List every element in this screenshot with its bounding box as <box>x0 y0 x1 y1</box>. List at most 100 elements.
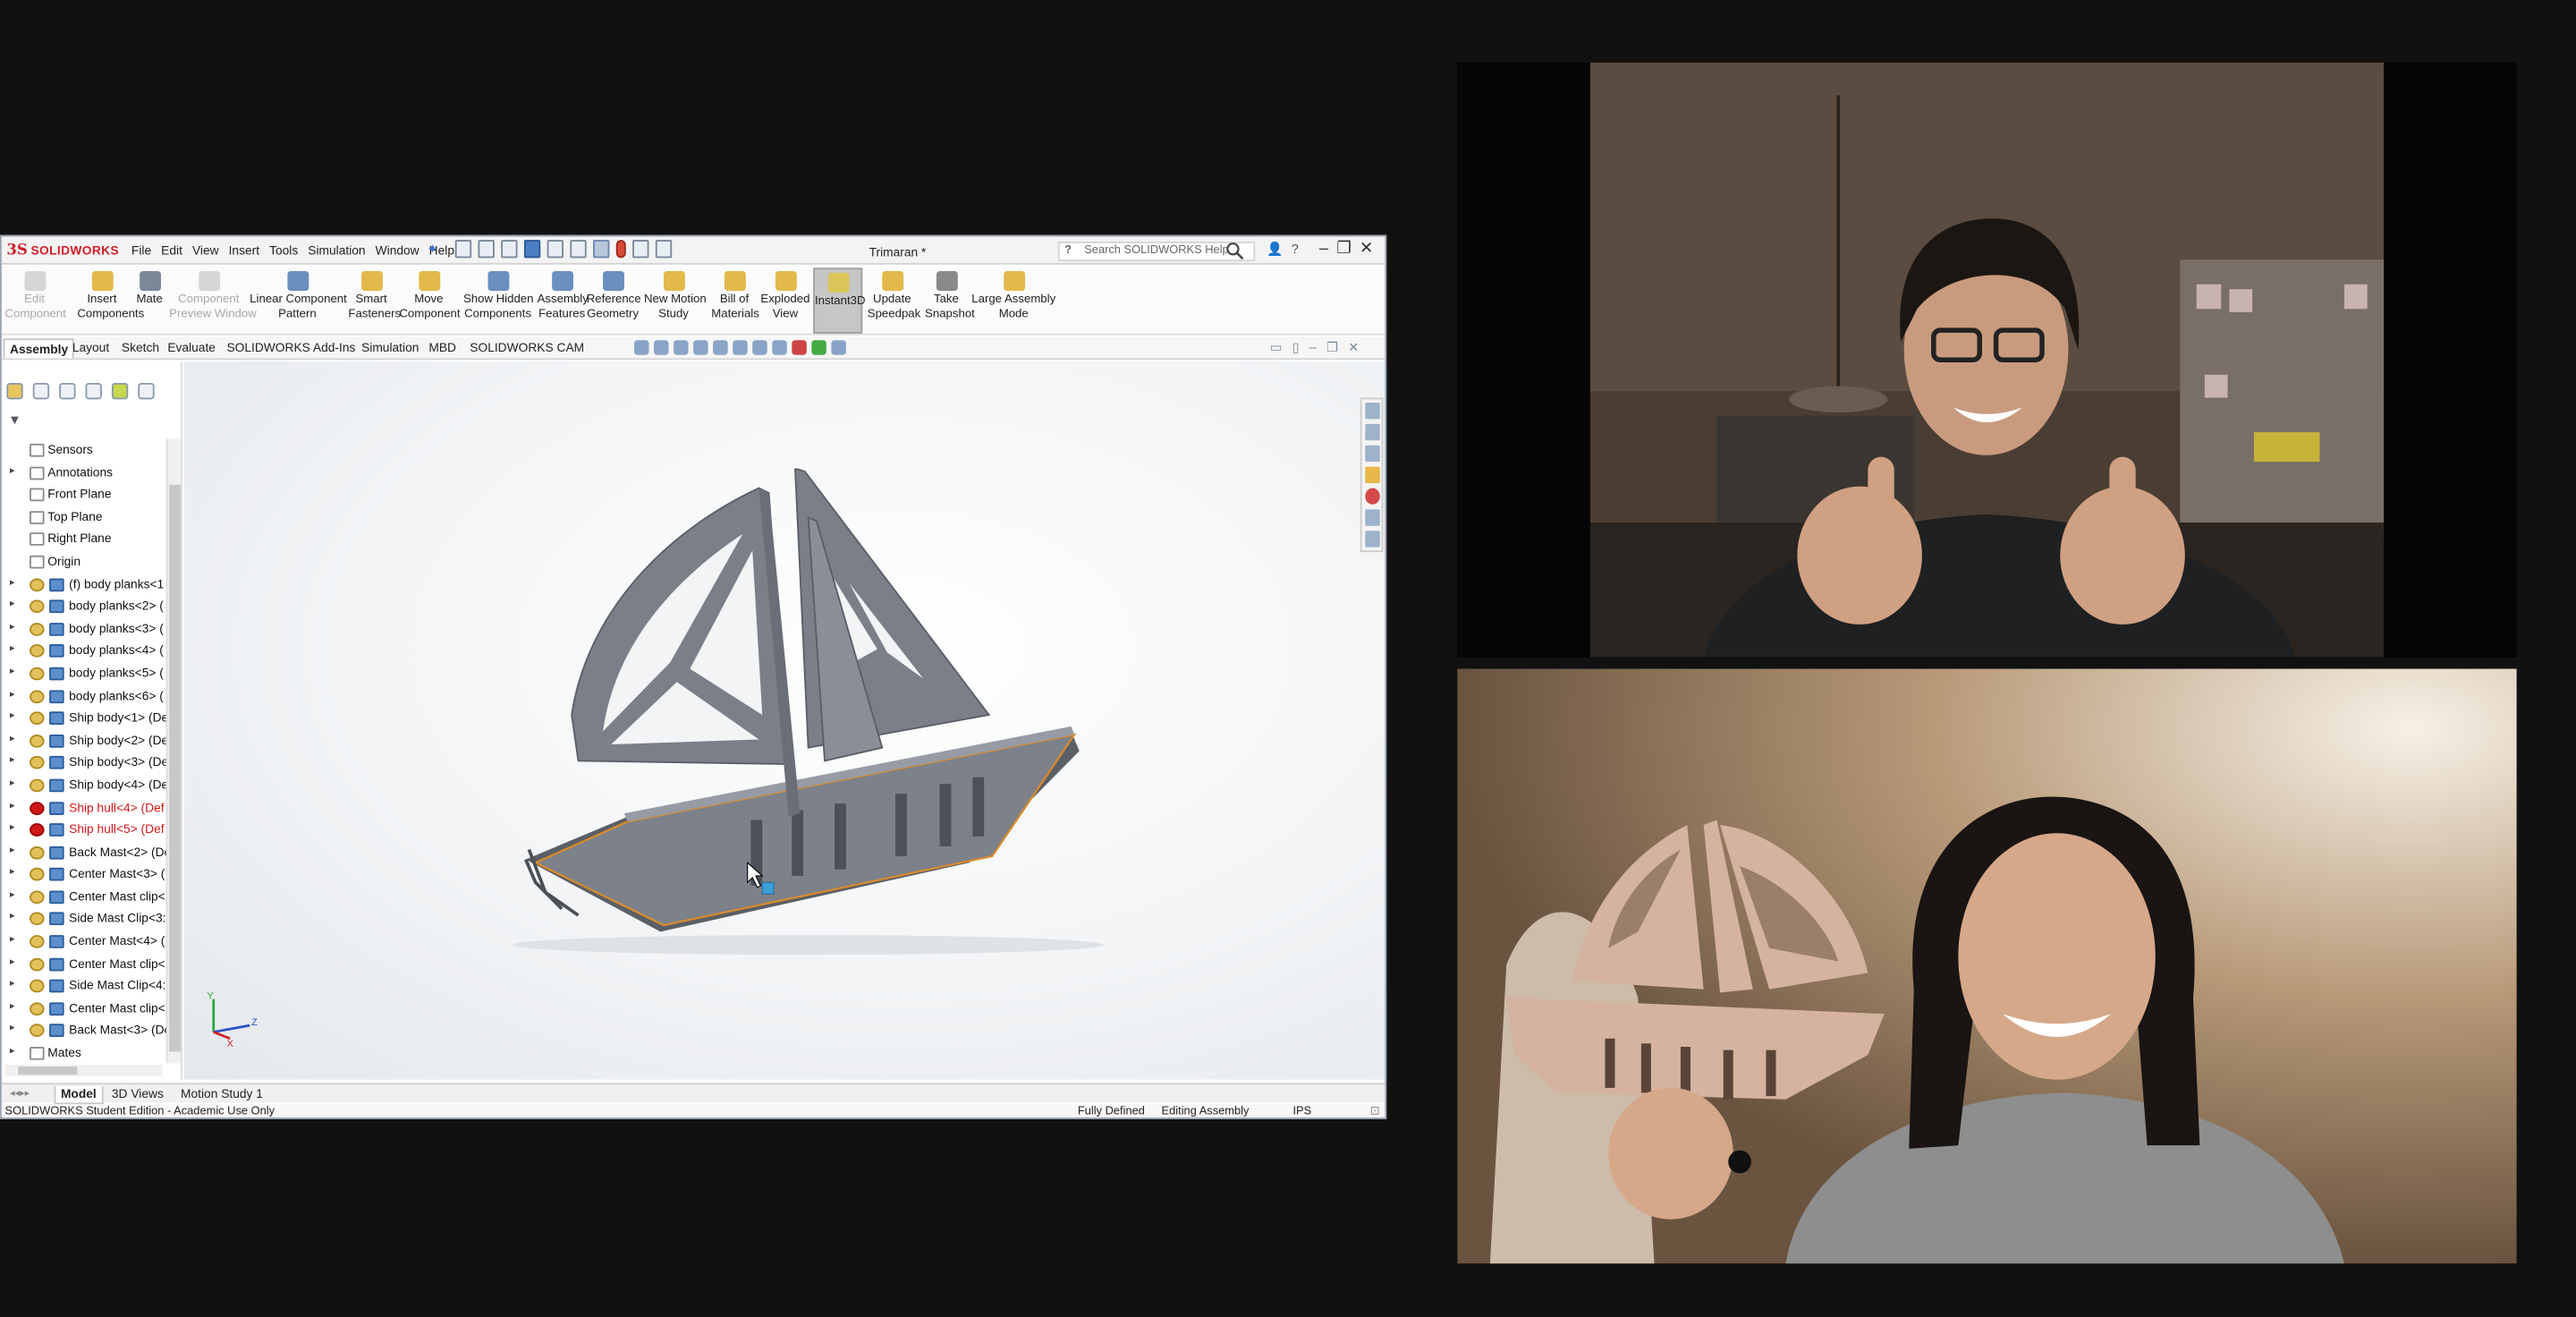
tab-3d-views[interactable]: 3D Views <box>106 1086 168 1102</box>
previous-view-icon[interactable] <box>674 340 689 355</box>
user-icon[interactable]: 👤 <box>1267 242 1283 257</box>
cmd-motion-study-button[interactable]: New Motion Study <box>644 271 707 320</box>
tree-item[interactable]: ▸ body planks<6> ( <box>2 684 166 707</box>
tree-item[interactable]: ▸ Ship hull<5> (Def <box>2 819 166 841</box>
tree-item[interactable]: ▸ Side Mast Clip<3: <box>2 908 166 930</box>
tree-item[interactable]: Origin <box>2 550 166 573</box>
cmd-smart-fasteners-button[interactable]: Smart Fasteners <box>348 271 401 320</box>
sailboat-model[interactable] <box>513 468 1137 977</box>
minimize-icon[interactable]: – <box>1319 240 1328 258</box>
new-document-icon[interactable] <box>478 240 495 259</box>
restore-icon[interactable]: ❐ <box>1336 240 1351 258</box>
view-orientation-icon[interactable] <box>733 340 748 355</box>
appearances-icon[interactable] <box>1365 488 1380 505</box>
tree-item[interactable]: ▸ Back Mast<2> (De <box>2 841 166 863</box>
dimxpert-icon[interactable] <box>85 382 102 400</box>
tab-evaluate[interactable]: Evaluate <box>163 338 221 358</box>
tree-item[interactable]: ▸ body planks<3> ( <box>2 617 166 640</box>
tab-nav-arrows-icon[interactable]: ◂◂▸▸ <box>5 1086 35 1102</box>
tree-item[interactable]: ▸ Ship body<1> (De <box>2 707 166 729</box>
tree-item[interactable]: ▸ Mates <box>2 1042 166 1065</box>
tab-assembly[interactable]: Assembly <box>3 338 75 359</box>
tree-item[interactable]: ▸ Center Mast<3> ( <box>2 863 166 886</box>
menu-edit[interactable]: Edit <box>161 243 182 259</box>
video-tile-participant-2[interactable] <box>1457 668 2517 1264</box>
tree-item[interactable]: ▸ Center Mast clip< <box>2 998 166 1020</box>
tree-item[interactable]: Front Plane <box>2 483 166 506</box>
print-icon[interactable] <box>547 240 564 259</box>
search-icon[interactable] <box>1225 242 1244 260</box>
expand-arrow-icon[interactable]: ▸ <box>10 662 15 684</box>
expand-arrow-icon[interactable]: ▸ <box>10 1042 15 1065</box>
tree-vertical-scrollbar[interactable] <box>165 438 182 1064</box>
tree-item[interactable]: ▸ Center Mast clip< <box>2 886 166 908</box>
menu-window[interactable]: Window <box>376 243 419 259</box>
zoom-fit-icon[interactable] <box>633 340 649 355</box>
tree-item[interactable]: ▸ Back Mast<3> (De <box>2 1020 166 1042</box>
view-palette-icon[interactable] <box>1365 466 1380 483</box>
configuration-manager-icon[interactable] <box>59 382 76 400</box>
status-units[interactable]: IPS <box>1292 1104 1311 1117</box>
tree-item[interactable]: ▸ Ship hull<4> (Def <box>2 796 166 819</box>
feature-manager-icon[interactable] <box>6 382 23 400</box>
menu-simulation[interactable]: Simulation <box>308 243 365 259</box>
menu-insert[interactable]: Insert <box>229 243 259 259</box>
close-icon[interactable]: ✕ <box>1360 240 1373 258</box>
tree-item[interactable]: ▸ Ship body<2> (De <box>2 729 166 752</box>
tree-item[interactable]: ▸ Center Mast clip< <box>2 953 166 975</box>
expand-arrow-icon[interactable]: ▸ <box>10 819 15 841</box>
cmd-large-assembly-button[interactable]: Large Assembly Mode <box>970 271 1056 320</box>
expand-arrow-icon[interactable]: ▸ <box>10 863 15 886</box>
select-cursor-icon[interactable] <box>593 240 610 259</box>
tab-cam[interactable]: SOLIDWORKS CAM <box>465 338 589 358</box>
cmd-instant3d-button[interactable]: Instant3D <box>813 268 866 334</box>
expand-arrow-icon[interactable]: ▸ <box>10 998 15 1020</box>
tab-mbd[interactable]: MBD <box>424 338 462 358</box>
cmd-speedpak-button[interactable]: Update Speedpak <box>868 271 920 320</box>
cmd-mate-button[interactable]: Mate <box>133 271 166 306</box>
design-library-icon[interactable] <box>1365 423 1380 441</box>
tab-sketch[interactable]: Sketch <box>116 338 164 358</box>
tree-item[interactable]: Top Plane <box>2 506 166 528</box>
dynamic-annotation-icon[interactable] <box>713 340 728 355</box>
viewport-split-icon[interactable]: ▯ <box>1292 340 1300 355</box>
cmd-edit-component-button[interactable]: Edit Component <box>5 271 66 320</box>
tree-item[interactable]: ▸ Ship body<4> (De <box>2 774 166 796</box>
expand-arrow-icon[interactable]: ▸ <box>10 684 15 707</box>
tree-item[interactable]: ▸ body planks<2> ( <box>2 595 166 617</box>
scroll-thumb[interactable] <box>169 484 182 1052</box>
menu-file[interactable]: File <box>131 243 151 259</box>
expand-arrow-icon[interactable]: ▸ <box>10 617 15 640</box>
solidworks-logo[interactable]: 3S SOLIDWORKS <box>6 242 119 259</box>
file-properties-icon[interactable] <box>632 240 649 259</box>
viewport-minimize-icon[interactable]: – <box>1309 340 1317 355</box>
tree-item[interactable]: ▸ body planks<4> ( <box>2 640 166 662</box>
cam-manager-icon[interactable] <box>138 382 155 400</box>
pin-icon[interactable]: ✦ <box>428 242 438 257</box>
edit-appearance-icon[interactable] <box>792 340 807 355</box>
viewport-tile-icon[interactable]: ▭ <box>1270 340 1283 355</box>
tree-item[interactable]: ▸ Side Mast Clip<4: <box>2 975 166 998</box>
expand-arrow-icon[interactable]: ▸ <box>10 886 15 908</box>
cmd-reference-geometry-button[interactable]: Reference Geometry <box>587 271 641 320</box>
traffic-light-icon[interactable] <box>615 240 626 259</box>
options-gear-icon[interactable] <box>655 240 673 259</box>
expand-arrow-icon[interactable]: ▸ <box>10 752 15 774</box>
file-explorer-icon[interactable] <box>1365 445 1380 463</box>
tab-addins[interactable]: SOLIDWORKS Add-Ins <box>222 338 360 358</box>
cmd-preview-window-button[interactable]: Component Preview Window <box>169 271 257 320</box>
property-manager-icon[interactable] <box>32 382 50 400</box>
solidworks-resources-icon[interactable] <box>1365 402 1380 420</box>
expand-arrow-icon[interactable]: ▸ <box>10 729 15 752</box>
cmd-linear-pattern-button[interactable]: Linear Component Pattern <box>250 271 347 320</box>
viewport-close-icon[interactable]: ✕ <box>1348 340 1359 355</box>
open-icon[interactable] <box>501 240 518 259</box>
save-icon[interactable] <box>523 240 541 259</box>
expand-arrow-icon[interactable]: ▸ <box>10 908 15 930</box>
cmd-show-hidden-button[interactable]: Show Hidden Components <box>463 271 533 320</box>
cmd-assembly-features-button[interactable]: Assembly Features <box>538 271 589 320</box>
expand-arrow-icon[interactable]: ▸ <box>10 573 15 595</box>
expand-arrow-icon[interactable]: ▸ <box>10 841 15 863</box>
tab-layout[interactable]: Layout <box>67 338 114 358</box>
cmd-camera-button[interactable]: Take Snapshot <box>925 271 975 320</box>
